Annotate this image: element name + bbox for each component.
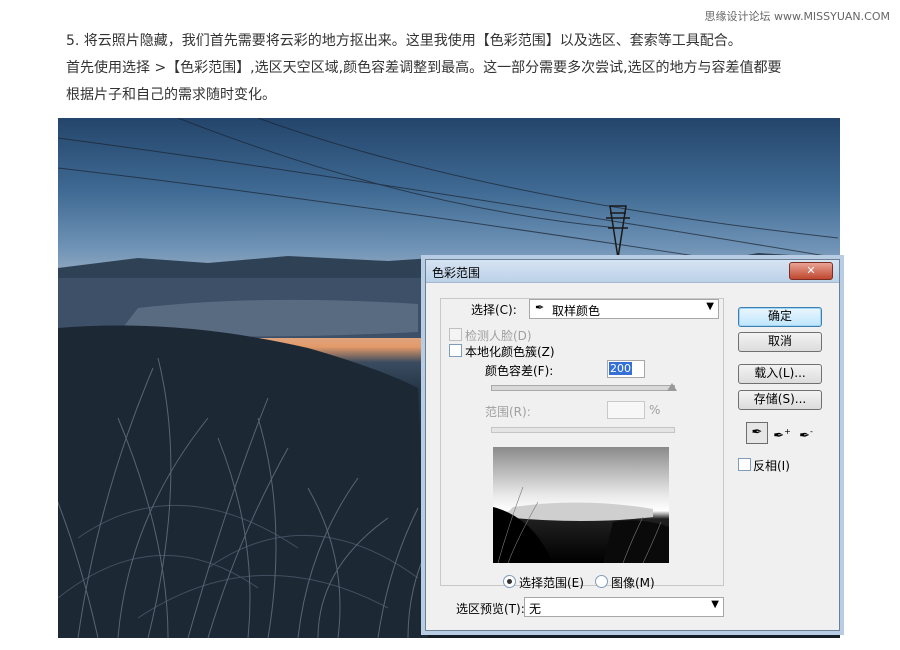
range-unit: % xyxy=(649,403,661,417)
fuzziness-value: 200 xyxy=(609,362,632,375)
preview-label: 选区预览(T): xyxy=(456,602,525,616)
ok-button[interactable]: 确定 xyxy=(738,307,822,327)
close-icon[interactable]: ✕ xyxy=(789,262,833,280)
selection-preview[interactable] xyxy=(493,447,669,563)
article-text: 5. 将云照片隐藏，我们首先需要将云彩的地方抠出来。这里我使用【色彩范围】以及选… xyxy=(66,28,856,109)
select-value: 取样颜色 xyxy=(552,304,601,318)
chevron-down-icon: ▼ xyxy=(711,599,719,610)
radio-selection[interactable] xyxy=(503,575,516,588)
preview-dropdown[interactable]: 无 ▼ xyxy=(524,597,724,617)
eyedropper-icon[interactable]: ✒ xyxy=(746,422,768,444)
fuzziness-slider[interactable] xyxy=(491,385,675,391)
radio-selection-label: 选择范围(E) xyxy=(519,576,584,590)
preview-value: 无 xyxy=(529,602,542,616)
dialog-titlebar[interactable]: 色彩范围 ✕ xyxy=(426,260,839,283)
cancel-button[interactable]: 取消 xyxy=(738,332,822,352)
invert-checkbox[interactable] xyxy=(738,458,751,471)
detect-faces-checkbox[interactable] xyxy=(449,328,462,341)
site-watermark: 思缘设计论坛 www.MISSYUAN.COM xyxy=(704,10,890,23)
range-label: 范围(R): xyxy=(485,405,531,419)
fuzziness-input[interactable]: 200 xyxy=(607,360,645,378)
chevron-down-icon: ▼ xyxy=(706,301,714,312)
eyedropper-plus-icon[interactable]: ✒+ xyxy=(772,422,792,443)
radio-image-label: 图像(M) xyxy=(611,576,655,590)
article-line-3: 根据片子和自己的需求随时变化。 xyxy=(66,87,276,103)
color-range-dialog: 色彩范围 ✕ 选择(C): ✒ 取样颜色 ▼ 检测人脸(D) 本地化颜色簇(Z)… xyxy=(425,259,840,631)
save-button[interactable]: 存储(S)... xyxy=(738,390,822,410)
eyedropper-minus-icon[interactable]: ✒- xyxy=(796,422,816,443)
detect-faces-label: 检测人脸(D) xyxy=(465,329,532,343)
article-line-1: 5. 将云照片隐藏，我们首先需要将云彩的地方抠出来。这里我使用【色彩范围】以及选… xyxy=(66,33,742,49)
localized-clusters-checkbox[interactable] xyxy=(449,344,462,357)
dialog-title: 色彩范围 xyxy=(432,266,481,280)
range-slider[interactable] xyxy=(491,427,675,433)
fuzziness-slider-thumb[interactable] xyxy=(667,383,677,391)
range-input[interactable] xyxy=(607,401,645,419)
article-line-2: 首先使用选择 >【色彩范围】,选区天空区域,颜色容差调整到最高。这一部分需要多次… xyxy=(66,60,782,76)
localized-clusters-label: 本地化颜色簇(Z) xyxy=(465,345,555,359)
fuzziness-label: 颜色容差(F): xyxy=(485,364,554,378)
radio-image[interactable] xyxy=(595,575,608,588)
eyedropper-small-icon: ✒ xyxy=(535,301,545,314)
load-button[interactable]: 载入(L)... xyxy=(738,364,822,384)
options-group: 选择(C): ✒ 取样颜色 ▼ 检测人脸(D) 本地化颜色簇(Z) 颜色容差(F… xyxy=(440,298,724,590)
select-label: 选择(C): xyxy=(471,303,517,317)
invert-label: 反相(I) xyxy=(753,459,790,473)
select-dropdown[interactable]: ✒ 取样颜色 ▼ xyxy=(529,299,719,319)
